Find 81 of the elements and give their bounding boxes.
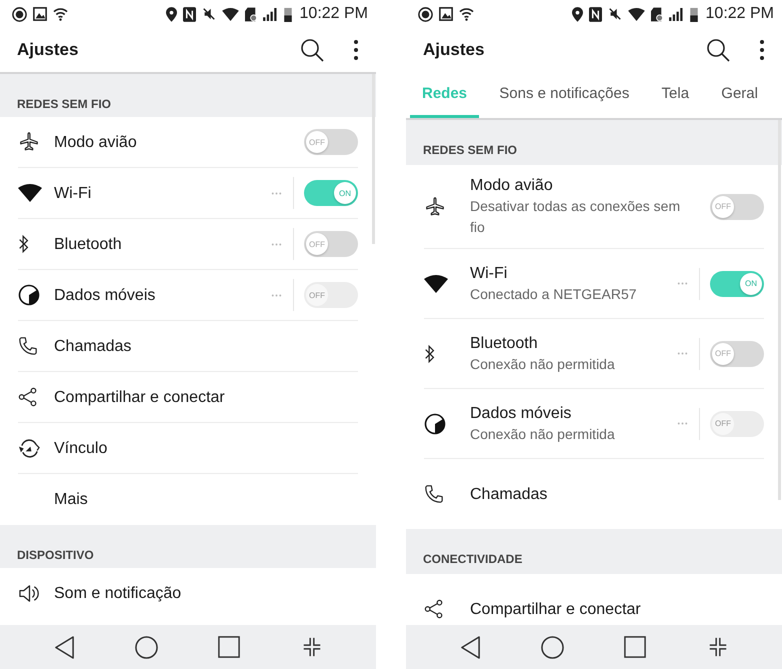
item-label: Chamadas: [54, 336, 132, 356]
nfc-icon: [588, 6, 602, 22]
item-label: Bluetooth: [470, 334, 539, 354]
share-icon: [18, 387, 38, 407]
settings-item[interactable]: Modo avião Desativar todas as conexões sem fio OFF: [424, 165, 764, 249]
item-label: Modo avião: [54, 132, 138, 152]
item-label: Vínculo: [54, 438, 108, 458]
phone-icon: [18, 336, 38, 356]
phone-icon: [424, 484, 444, 504]
settings-item[interactable]: Vínculo: [18, 423, 358, 474]
tab[interactable]: Sons e notificações: [487, 72, 642, 118]
item-subtitle: Desativar todas as conexões sem fio: [470, 197, 682, 237]
back-icon[interactable]: [54, 636, 75, 658]
item-label: Modo avião: [470, 176, 554, 196]
settings-item[interactable]: Compartilhar e conectar: [424, 574, 764, 625]
location-icon: [572, 6, 583, 22]
item-label: Chamadas: [470, 484, 548, 504]
wifi-icon: [222, 8, 239, 20]
item-label: Wi-Fi: [470, 264, 508, 284]
screen-title: Ajustes: [423, 40, 484, 60]
section-header: DISPOSITIVO: [0, 525, 376, 568]
section-header: CONECTIVIDADE: [406, 529, 782, 574]
more-options-icon[interactable]: [354, 40, 358, 60]
mobile-data-icon: [18, 284, 40, 306]
wifi-icon: [459, 8, 474, 20]
mute-icon: [608, 7, 622, 21]
section-header: REDES SEM FIO: [406, 120, 782, 165]
item-label: Mais: [54, 490, 89, 510]
nfc-icon: [182, 6, 196, 22]
item-label: Wi-Fi: [54, 184, 92, 204]
item-label: Compartilhar e conectar: [470, 600, 642, 620]
speaker-icon: [18, 583, 41, 604]
item-label: Dados móveis: [54, 286, 156, 306]
battery-icon: [690, 6, 698, 22]
signal-icon: [262, 8, 278, 20]
wifi-icon: [628, 8, 645, 20]
settings-item[interactable]: Som e notificação: [18, 568, 358, 619]
tab[interactable]: Geral: [709, 72, 770, 118]
tab[interactable]: Tela: [650, 72, 702, 118]
wifi-icon: [53, 8, 68, 20]
mute-icon: [202, 7, 216, 21]
settings-item[interactable]: Chamadas: [18, 321, 358, 372]
screen-title: Ajustes: [17, 40, 78, 60]
mobile-data-icon: [424, 412, 446, 434]
settings-item[interactable]: Chamadas: [424, 459, 764, 529]
sync-icon: [18, 438, 41, 458]
item-label: Som e notificação: [54, 584, 182, 604]
airplane-icon: [424, 196, 446, 218]
back-icon[interactable]: [460, 636, 481, 658]
item-label: Compartilhar e conectar: [54, 388, 226, 408]
settings-item[interactable]: Modo avião OFF: [18, 117, 358, 168]
image-icon: [33, 7, 47, 21]
search-icon[interactable]: [706, 38, 730, 62]
item-subtitle: Conectado a NETGEAR57: [470, 284, 638, 304]
item-subtitle: Conexão não permitida: [470, 424, 616, 444]
more-options-icon[interactable]: [760, 40, 764, 60]
settings-item[interactable]: Compartilhar e conectar: [18, 372, 358, 423]
status-time: 10:22 PM: [706, 5, 774, 23]
recent-apps-icon[interactable]: [218, 636, 240, 658]
location-icon: [166, 6, 177, 22]
search-icon[interactable]: [300, 38, 324, 62]
recent-apps-icon[interactable]: [624, 636, 646, 658]
sd-card-icon: [650, 6, 663, 22]
home-icon[interactable]: [541, 636, 564, 658]
wifi-icon: [18, 184, 42, 202]
bluetooth-icon: [424, 344, 436, 364]
bluetooth-icon: [18, 234, 30, 254]
signal-icon: [668, 8, 684, 20]
sd-card-icon: [244, 6, 257, 22]
item-label: Bluetooth: [54, 234, 123, 254]
share-icon: [424, 599, 444, 619]
item-label: Dados móveis: [470, 404, 572, 424]
status-time: 10:22 PM: [300, 5, 368, 23]
image-icon: [439, 7, 453, 21]
battery-icon: [284, 6, 292, 22]
section-header: REDES SEM FIO: [0, 74, 376, 117]
airplane-icon: [18, 131, 40, 153]
settings-item[interactable]: Mais: [18, 474, 358, 525]
wifi-icon: [424, 274, 448, 292]
home-icon[interactable]: [135, 636, 158, 658]
item-subtitle: Conexão não permitida: [470, 354, 616, 374]
